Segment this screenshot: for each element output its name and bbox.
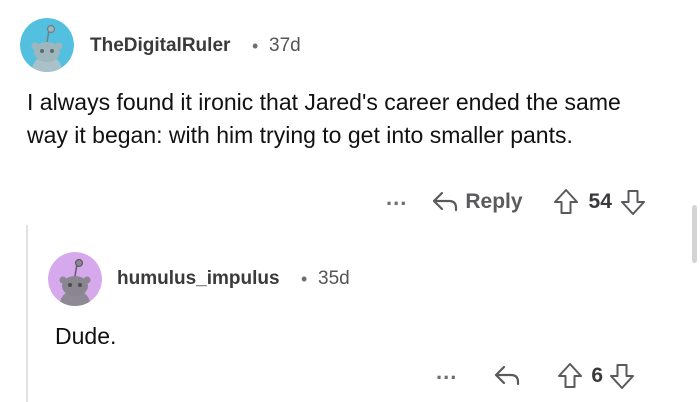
reply-button[interactable] xyxy=(493,364,521,388)
vote-count: 54 xyxy=(588,190,612,213)
reply-arrow-icon xyxy=(433,191,458,212)
user-avatar-1[interactable] xyxy=(20,18,74,72)
downvote-icon[interactable] xyxy=(620,188,646,216)
comment-age[interactable]: 35d xyxy=(318,268,350,290)
thread-line[interactable] xyxy=(26,225,28,402)
scrollbar-thumb[interactable] xyxy=(692,205,697,263)
comment-body: I always found it ironic that Jared's ca… xyxy=(27,89,621,148)
vote-count: 6 xyxy=(591,364,604,387)
snoo-avatar-icon xyxy=(20,18,74,72)
more-options-button[interactable]: ... xyxy=(436,361,457,383)
snoo-avatar-icon xyxy=(48,252,102,306)
comment-username[interactable]: humulus_impulus xyxy=(117,268,280,290)
user-avatar-2[interactable] xyxy=(48,252,102,306)
downvote-icon[interactable] xyxy=(609,362,635,390)
upvote-icon[interactable] xyxy=(557,362,583,390)
reply-label: Reply xyxy=(465,190,523,213)
meta-separator: • xyxy=(252,36,259,56)
more-options-button[interactable]: ... xyxy=(386,187,407,209)
reply-button[interactable]: Reply xyxy=(431,190,523,214)
upvote-icon[interactable] xyxy=(553,188,579,216)
comment-username[interactable]: TheDigitalRuler xyxy=(90,35,230,57)
meta-separator: • xyxy=(301,269,308,289)
comment-body: Dude. xyxy=(55,323,117,349)
comment-actions: ... 6 xyxy=(436,360,635,392)
comment-age[interactable]: 37d xyxy=(269,35,301,57)
reply-arrow-icon xyxy=(495,365,520,386)
comment-actions: ... Reply 54 xyxy=(386,186,646,218)
